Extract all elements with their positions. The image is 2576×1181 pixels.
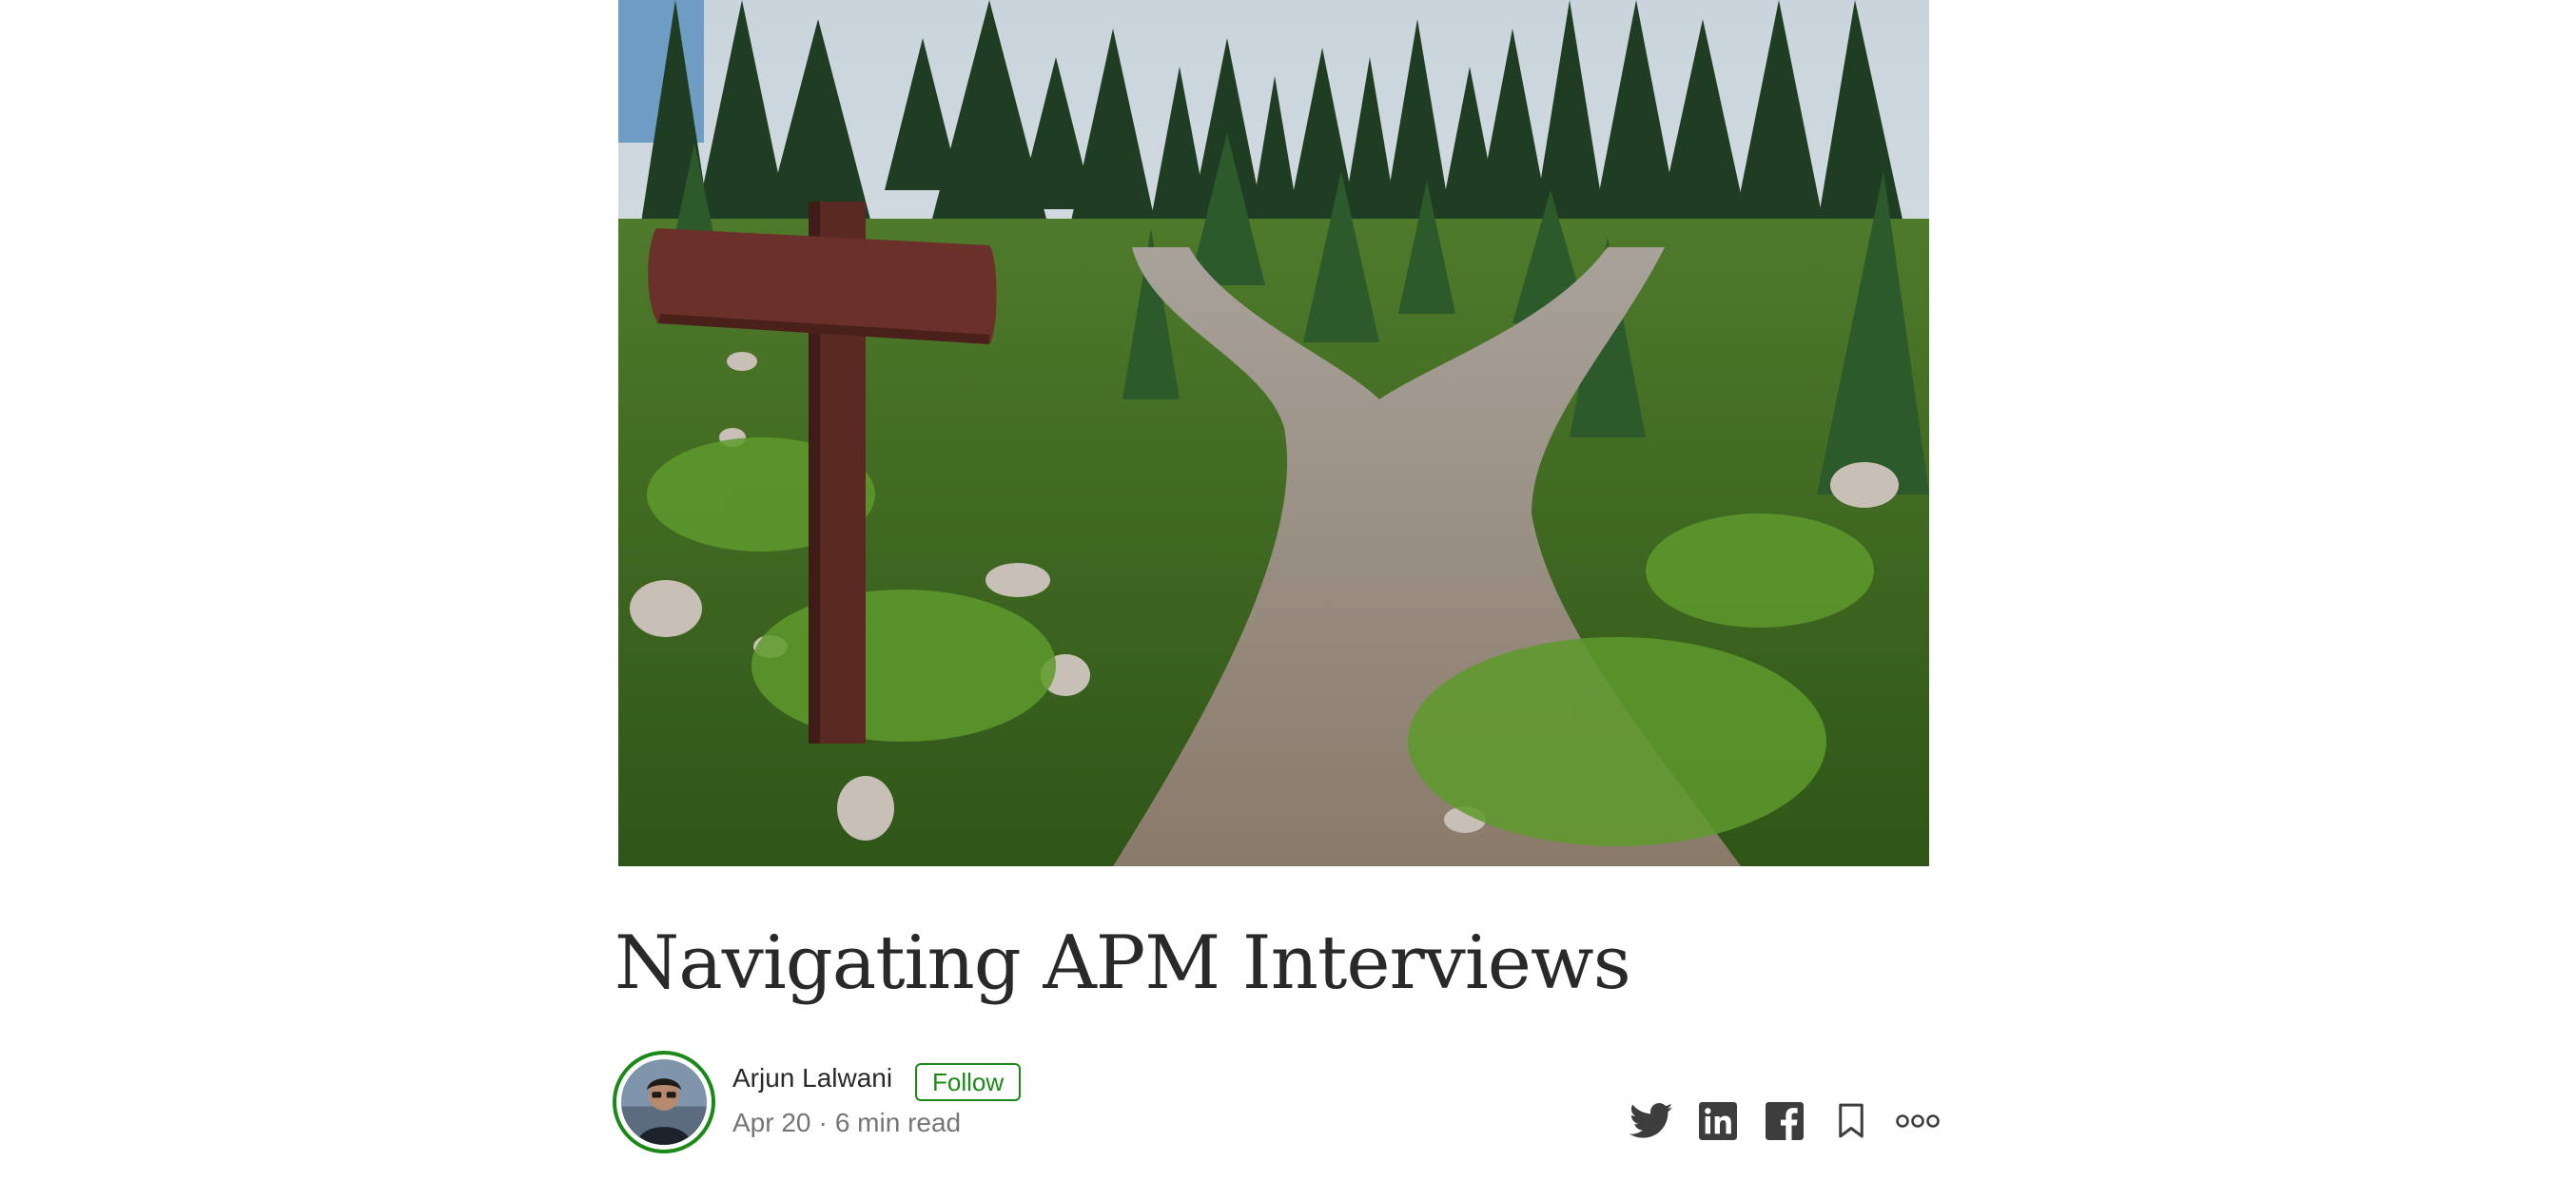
- share-facebook-button[interactable]: [1762, 1098, 1807, 1144]
- bookmark-icon: [1839, 1103, 1864, 1138]
- read-time: 6 min read: [834, 1108, 962, 1137]
- author-avatar[interactable]: [613, 1051, 715, 1153]
- share-actions: [1629, 1098, 1941, 1144]
- meta-separator: ·: [818, 1108, 828, 1137]
- hero-image: [618, 0, 1929, 866]
- article-title: Navigating APM Interviews: [615, 920, 1631, 1006]
- share-twitter-button[interactable]: [1629, 1098, 1674, 1144]
- share-linkedin-button[interactable]: [1695, 1098, 1741, 1144]
- follow-button[interactable]: Follow: [915, 1063, 1022, 1101]
- facebook-icon: [1766, 1102, 1804, 1140]
- author-name[interactable]: Arjun Lalwani: [732, 1063, 892, 1094]
- publish-date: Apr 20: [732, 1108, 811, 1137]
- twitter-icon: [1630, 1103, 1673, 1138]
- avatar-icon: [621, 1059, 707, 1145]
- more-options-icon: [1896, 1114, 1940, 1128]
- more-options-button[interactable]: [1895, 1098, 1941, 1144]
- linkedin-icon: [1699, 1102, 1737, 1140]
- article-meta: Apr 20 · 6 min read: [732, 1108, 961, 1138]
- bookmark-button[interactable]: [1828, 1098, 1874, 1144]
